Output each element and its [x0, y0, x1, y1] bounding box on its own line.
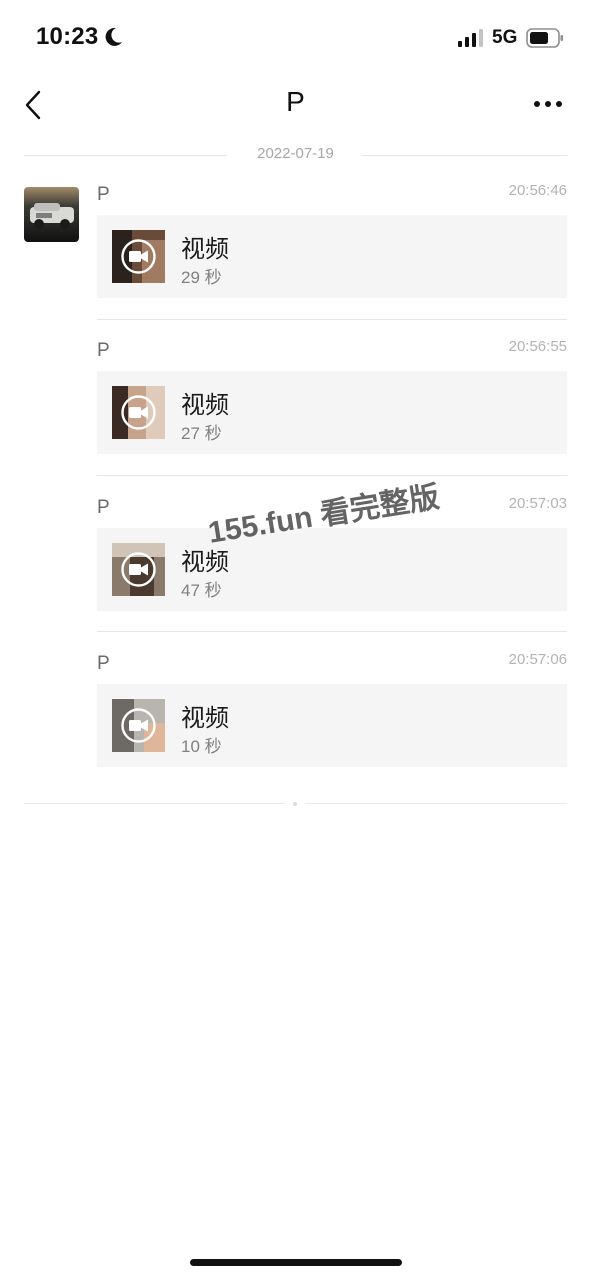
- home-indicator: [190, 1259, 402, 1266]
- status-time: 10:23: [36, 23, 99, 50]
- battery-icon: [526, 28, 564, 53]
- message-time: 20:56:46: [508, 182, 567, 199]
- sender-name: P: [97, 497, 110, 518]
- date-divider: 2022-07-19: [24, 145, 567, 165]
- sender-name: P: [97, 340, 110, 361]
- video-card[interactable]: 视频 29 秒: [97, 215, 567, 298]
- sender-name: P: [97, 653, 110, 674]
- video-camera-icon: [121, 708, 156, 743]
- video-camera-icon: [121, 395, 156, 430]
- status-bar: 10:23 5G: [0, 0, 591, 76]
- video-duration: 29 秒: [181, 268, 222, 287]
- end-dot: [293, 802, 297, 806]
- sender-name: P: [97, 184, 110, 205]
- message-separator: [97, 631, 567, 632]
- divider-line-right: [305, 803, 567, 804]
- video-card[interactable]: 视频 10 秒: [97, 684, 567, 767]
- more-button[interactable]: [530, 92, 564, 116]
- avatar[interactable]: [24, 187, 79, 242]
- moon-icon: [102, 26, 124, 48]
- video-title: 视频: [181, 705, 229, 732]
- video-title: 视频: [181, 236, 229, 263]
- date-label: 2022-07-19: [257, 145, 334, 162]
- message-separator: [97, 319, 567, 320]
- video-title: 视频: [181, 392, 229, 419]
- video-camera-icon: [121, 552, 156, 587]
- divider-line-right: [362, 155, 567, 156]
- video-thumbnail: [112, 386, 165, 439]
- divider-line-left: [24, 803, 286, 804]
- message-time: 20:56:55: [508, 338, 567, 355]
- message-time: 20:57:03: [508, 495, 567, 512]
- video-thumbnail: [112, 543, 165, 596]
- video-thumbnail: [112, 230, 165, 283]
- video-card[interactable]: 视频 27 秒: [97, 371, 567, 454]
- more-icon: [534, 101, 562, 107]
- message-separator: [97, 475, 567, 476]
- video-duration: 10 秒: [181, 737, 222, 756]
- video-card[interactable]: 视频 47 秒: [97, 528, 567, 611]
- back-icon: [25, 90, 41, 120]
- signal-icon: [458, 29, 484, 52]
- video-camera-icon: [121, 239, 156, 274]
- nav-bar: P: [0, 76, 591, 136]
- back-button[interactable]: [18, 88, 52, 122]
- video-duration: 27 秒: [181, 424, 222, 443]
- end-divider: [24, 802, 567, 806]
- page-title: P: [286, 86, 305, 117]
- message-time: 20:57:06: [508, 651, 567, 668]
- video-duration: 47 秒: [181, 581, 222, 600]
- video-thumbnail: [112, 699, 165, 752]
- network-label: 5G: [492, 27, 518, 48]
